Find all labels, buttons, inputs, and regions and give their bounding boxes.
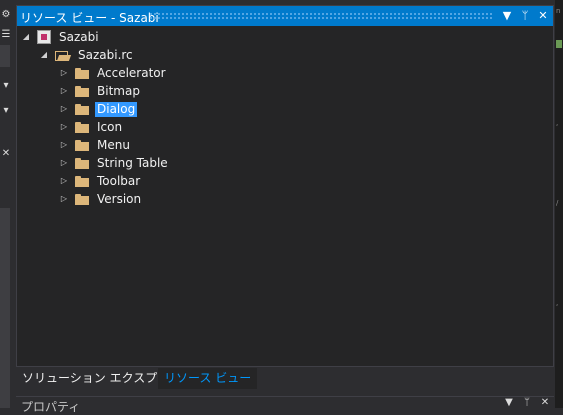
gear-icon[interactable]: ⚙ [0,9,12,21]
collapsed-arrow-icon[interactable]: ▷ [59,122,69,132]
expanded-arrow-icon[interactable]: ◢ [21,32,31,42]
panel-titlebar[interactable]: リソース ビュー - Sazabi ▼ ᛘ ✕ [17,6,553,26]
left-scroll-segment [0,45,10,67]
collapsed-arrow-icon[interactable]: ▷ [59,176,69,186]
tree-node-folder[interactable]: ▷ Version [59,190,143,208]
right-marker [556,40,562,48]
collapsed-arrow-icon[interactable]: ▷ [59,68,69,78]
tree-node-rc-file[interactable]: ◢ Sazabi.rc [39,46,135,64]
tree-node-label: String Table [97,155,168,170]
panel-tab-strip: ソリューション エクスプローラー リソース ビュー [16,368,554,390]
tree-node-label: Sazabi.rc [78,47,133,62]
tree-node-label: Dialog [95,101,138,117]
pin-icon[interactable]: ᛘ [520,397,534,409]
right-marker: , [556,299,559,307]
tree-node-folder[interactable]: ▷ Toolbar [59,172,142,190]
folder-icon [75,67,89,79]
close-icon[interactable]: ✕ [0,148,12,160]
properties-title: プロパティ [21,400,81,414]
titlebar-grip[interactable] [149,12,493,19]
close-icon[interactable]: ✕ [535,8,551,24]
folder-icon [75,85,89,97]
right-marker: / [556,199,559,207]
tree-node-root[interactable]: ◢ Sazabi [21,28,101,46]
expanded-arrow-icon[interactable]: ◢ [39,50,49,60]
collapsed-arrow-icon[interactable]: ▷ [59,140,69,150]
panel-title: リソース ビュー - Sazabi [20,11,159,25]
list-icon[interactable]: ☰ [0,29,12,41]
open-folder-icon [55,50,70,61]
right-marker: , [556,119,559,127]
resource-view-panel: リソース ビュー - Sazabi ▼ ᛘ ✕ ◢ Sazabi ◢ Sazab… [16,5,554,367]
tree-node-folder[interactable]: ▷ Icon [59,118,124,136]
tree-node-label: Toolbar [97,173,141,188]
collapsed-arrow-icon[interactable]: ▷ [59,158,69,168]
tree-node-folder[interactable]: ▷ Bitmap [59,82,142,100]
folder-icon [75,175,89,187]
properties-panel-header[interactable]: プロパティ ▼ ᛘ ✕ [16,396,554,414]
folder-icon [75,157,89,169]
tree-node-label: Version [97,191,142,206]
dropdown-icon[interactable]: ▼ [499,8,515,24]
right-neighbor-strip: n , / , [555,0,563,408]
pin-icon[interactable]: ᛘ [517,8,533,24]
folder-icon [75,193,89,205]
collapsed-arrow-icon[interactable]: ▷ [59,194,69,204]
tree-node-folder[interactable]: ▷ Accelerator [59,64,168,82]
collapsed-arrow-icon[interactable]: ▷ [59,86,69,96]
tree-node-label: Sazabi [59,29,99,44]
tree-node-label: Bitmap [97,83,140,98]
tree-node-label: Icon [97,119,123,134]
tree-node-folder[interactable]: ▷ Menu [59,136,132,154]
collapsed-arrow-icon[interactable]: ▷ [59,104,69,114]
left-neighbor-strip: ⚙ ☰ ▾ ▾ ✕ [0,0,14,408]
dropdown-icon[interactable]: ▼ [502,397,516,409]
project-icon [37,30,51,44]
tree-node-label: Menu [97,137,130,152]
right-marker: n [556,7,561,15]
chevron-down-icon[interactable]: ▾ [0,80,12,92]
folder-icon [75,121,89,133]
folder-icon [75,139,89,151]
left-scrollbar[interactable] [0,208,10,408]
folder-icon [75,103,89,115]
tree-node-folder[interactable]: ▷ Dialog [59,100,138,118]
close-icon[interactable]: ✕ [538,397,552,409]
tab-resource-view[interactable]: リソース ビュー [158,368,258,389]
tree-node-label: Accelerator [97,65,166,80]
tree-node-folder[interactable]: ▷ String Table [59,154,170,172]
chevron-down-icon[interactable]: ▾ [0,105,12,117]
